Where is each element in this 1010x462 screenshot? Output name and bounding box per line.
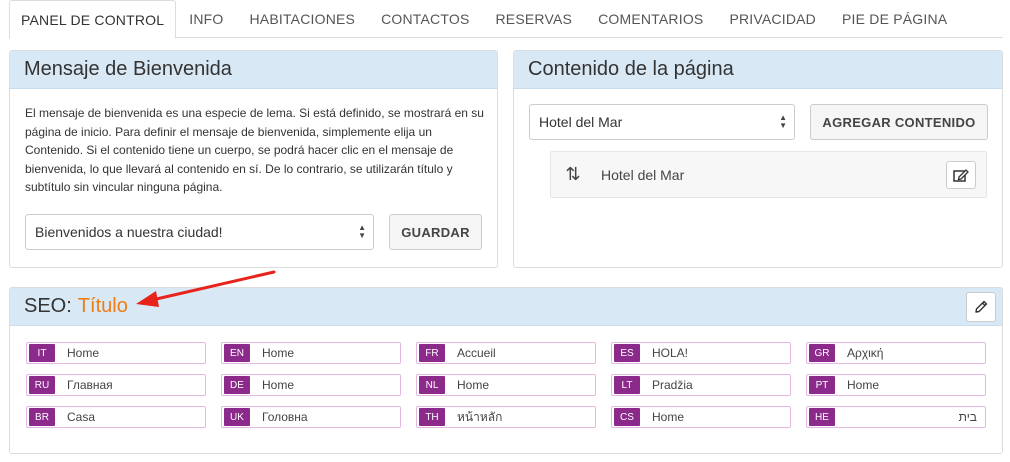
welcome-select-value: Bienvenidos a nuestra ciudad! bbox=[35, 224, 223, 240]
seo-panel: SEO: Título IT Home EN Home FR Accueil ES HO… bbox=[9, 287, 1003, 454]
tab-reservas[interactable]: RESERVAS bbox=[483, 0, 586, 38]
lang-value: Home bbox=[457, 378, 490, 392]
seo-lang-uk[interactable]: UK Головна bbox=[221, 406, 401, 428]
lang-value: HOLA! bbox=[652, 346, 689, 360]
add-content-button[interactable]: AGREGAR CONTENIDO bbox=[810, 104, 988, 140]
content-select-value: Hotel del Mar bbox=[539, 114, 623, 130]
tab-habitaciones[interactable]: HABITACIONES bbox=[236, 0, 368, 38]
seo-lang-fr[interactable]: FR Accueil bbox=[416, 342, 596, 364]
seo-accent-title: Título bbox=[77, 295, 128, 317]
seo-lang-en[interactable]: EN Home bbox=[221, 342, 401, 364]
seo-lang-br[interactable]: BR Casa bbox=[26, 406, 206, 428]
seo-panel-header: SEO: Título bbox=[10, 288, 1002, 326]
lang-value: Home bbox=[262, 378, 295, 392]
lang-code: RU bbox=[29, 376, 55, 394]
lang-code: ES bbox=[614, 344, 640, 362]
lang-code: LT bbox=[614, 376, 640, 394]
tab-contactos[interactable]: CONTACTOS bbox=[368, 0, 482, 38]
lang-code: BR bbox=[29, 408, 55, 426]
tab-panel-de-control[interactable]: PANEL DE CONTROL bbox=[9, 0, 177, 39]
content-item-label: Hotel del Mar bbox=[601, 166, 685, 183]
seo-prefix: SEO: bbox=[24, 295, 72, 317]
lang-code: TH bbox=[419, 408, 445, 426]
content-panel-title: Contenido de la página bbox=[514, 51, 1002, 89]
lang-code: FR bbox=[419, 344, 445, 362]
tab-pie-de-pagina[interactable]: PIE DE PÁGINA bbox=[829, 0, 960, 38]
seo-lang-th[interactable]: TH หน้าหลัก bbox=[416, 406, 596, 428]
tab-info[interactable]: INFO bbox=[176, 0, 236, 38]
lang-code: UK bbox=[224, 408, 250, 426]
seo-lang-it[interactable]: IT Home bbox=[26, 342, 206, 364]
content-panel: Contenido de la página Hotel del Mar ▲ ▼ … bbox=[513, 50, 1003, 268]
lang-value: בית bbox=[958, 410, 977, 424]
lang-code: GR bbox=[809, 344, 835, 362]
tab-comentarios[interactable]: COMENTARIOS bbox=[585, 0, 716, 38]
seo-lang-de[interactable]: DE Home bbox=[221, 374, 401, 396]
save-button[interactable]: GUARDAR bbox=[389, 214, 482, 250]
tab-privacidad[interactable]: PRIVACIDAD bbox=[716, 0, 829, 38]
lang-code: EN bbox=[224, 344, 250, 362]
content-select[interactable]: Hotel del Mar ▲ ▼ bbox=[529, 104, 795, 140]
seo-lang-pt[interactable]: PT Home bbox=[806, 374, 986, 396]
seo-lang-he[interactable]: HE בית bbox=[806, 406, 986, 428]
select-arrows-icon: ▲ ▼ bbox=[358, 223, 366, 240]
lang-value: Home bbox=[652, 410, 685, 424]
lang-value: Accueil bbox=[457, 346, 496, 360]
lang-value: Αρχική bbox=[847, 346, 884, 360]
seo-lang-ru[interactable]: RU Главная bbox=[26, 374, 206, 396]
seo-lang-es[interactable]: ES HOLA! bbox=[611, 342, 791, 364]
lang-code: DE bbox=[224, 376, 250, 394]
lang-value: Casa bbox=[67, 410, 96, 424]
lang-value: Home bbox=[67, 346, 100, 360]
lang-code: HE bbox=[809, 408, 835, 426]
lang-value: Home bbox=[262, 346, 295, 360]
lang-code: NL bbox=[419, 376, 445, 394]
pencil-icon[interactable] bbox=[966, 292, 996, 322]
lang-value: Home bbox=[847, 378, 880, 392]
seo-lang-gr[interactable]: GR Αρχική bbox=[806, 342, 986, 364]
welcome-panel-title: Mensaje de Bienvenida bbox=[10, 51, 497, 89]
welcome-panel: Mensaje de Bienvenida El mensaje de bien… bbox=[9, 50, 498, 268]
lang-code: PT bbox=[809, 376, 835, 394]
lang-code: IT bbox=[29, 344, 55, 362]
seo-lang-nl[interactable]: NL Home bbox=[416, 374, 596, 396]
seo-lang-lt[interactable]: LT Pradžia bbox=[611, 374, 791, 396]
content-list-item[interactable]: ⇅ Hotel del Mar bbox=[550, 151, 987, 198]
lang-value: หน้าหลัก bbox=[457, 409, 503, 424]
lang-value: Pradžia bbox=[652, 378, 693, 392]
lang-code: CS bbox=[614, 408, 640, 426]
sort-arrows-icon[interactable]: ⇅ bbox=[551, 164, 595, 185]
edit-icon[interactable] bbox=[946, 161, 976, 189]
welcome-message-select[interactable]: Bienvenidos a nuestra ciudad! ▲ ▼ bbox=[25, 214, 374, 250]
lang-value: Головна bbox=[262, 410, 308, 424]
lang-value: Главная bbox=[67, 378, 113, 392]
welcome-description: El mensaje de bienvenida es una especie … bbox=[25, 106, 484, 194]
seo-lang-cs[interactable]: CS Home bbox=[611, 406, 791, 428]
tab-bar: PANEL DE CONTROL INFO HABITACIONES CONTA… bbox=[9, 0, 1003, 39]
select-arrows-icon: ▲ ▼ bbox=[779, 113, 787, 130]
